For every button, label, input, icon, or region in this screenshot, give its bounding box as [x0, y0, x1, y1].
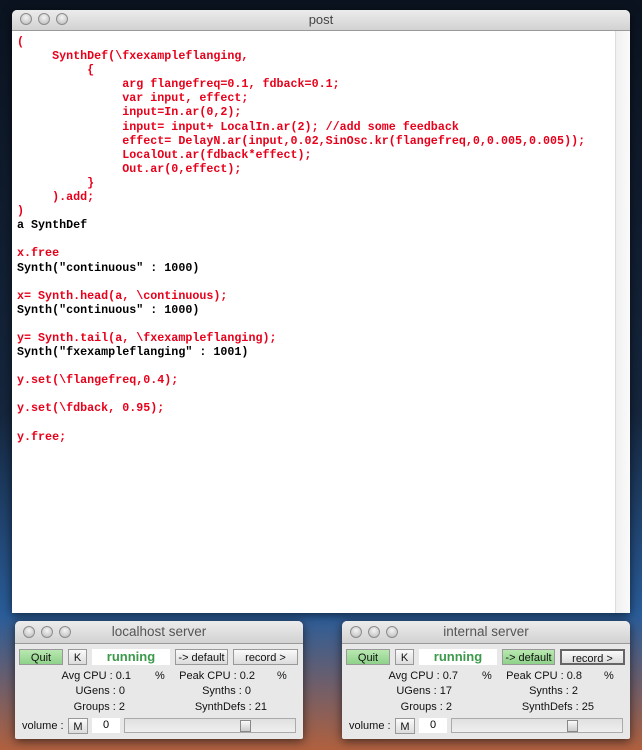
code-line: arg flangefreq=0.1, fdback=0.1;: [17, 77, 340, 92]
server-window: localhost server Quit K running -> defau…: [15, 621, 303, 739]
groups: Groups : 2: [73, 701, 125, 713]
status-display: running: [92, 649, 170, 665]
zoom-button[interactable]: [56, 13, 68, 25]
post-text-area[interactable]: ( SynthDef(\fxexampleflanging, { arg fla…: [12, 31, 616, 613]
code-line: ).add;: [17, 190, 95, 205]
window-title: post: [308, 12, 334, 27]
code-line: x= Synth.head(a, \continuous);: [17, 288, 228, 303]
default-button[interactable]: -> default: [502, 649, 555, 665]
code-line: (: [17, 35, 25, 49]
server-window: internal server Quit K running -> defaul…: [342, 621, 630, 739]
zoom-button[interactable]: [59, 626, 71, 638]
volume-label: volume :: [349, 720, 391, 732]
mute-button[interactable]: M: [395, 718, 415, 734]
mute-button[interactable]: M: [68, 718, 88, 734]
peak-cpu: Peak CPU : 0.8: [506, 670, 582, 682]
code-line: effect= DelayN.ar(input,0.02,SinOsc.kr(f…: [17, 133, 586, 148]
peak-cpu: Peak CPU : 0.2: [179, 670, 255, 682]
volume-field[interactable]: 0: [92, 718, 120, 733]
kill-button[interactable]: K: [68, 649, 87, 665]
code-line: input=In.ar(0,2);: [17, 105, 242, 120]
code-line: a SynthDef: [17, 218, 88, 233]
volume-slider-thumb[interactable]: [567, 720, 579, 732]
record-button[interactable]: record >: [233, 649, 298, 665]
minimize-button[interactable]: [38, 13, 50, 25]
zoom-button[interactable]: [386, 626, 398, 638]
code-line: LocalOut.ar(fdback*effect);: [17, 147, 312, 162]
code-line: ): [17, 204, 25, 219]
code-line: y.set(\fdback, 0.95);: [17, 401, 165, 416]
volume-field[interactable]: 0: [419, 718, 447, 733]
default-button[interactable]: -> default: [175, 649, 228, 665]
peak-cpu-unit: %: [277, 670, 287, 682]
volume-label: volume :: [22, 720, 64, 732]
volume-slider[interactable]: [451, 718, 623, 733]
code-line: y.free;: [17, 429, 67, 444]
code-line: Synth("fxexampleflanging" : 1001): [17, 345, 249, 360]
avg-cpu-unit: %: [155, 670, 165, 682]
ugens: UGens : 17: [396, 685, 452, 697]
kill-button[interactable]: K: [395, 649, 414, 665]
minimize-button[interactable]: [41, 626, 53, 638]
synthdefs: SynthDefs : 21: [194, 701, 267, 713]
post-titlebar[interactable]: post: [12, 10, 630, 31]
code-line: {: [17, 63, 95, 78]
volume-slider[interactable]: [124, 718, 296, 733]
close-button[interactable]: [23, 626, 35, 638]
code-line: var input, effect;: [17, 91, 249, 106]
close-button[interactable]: [20, 13, 32, 25]
code-line: Synth("continuous" : 1000): [17, 260, 200, 275]
status-display: running: [419, 649, 497, 665]
avg-cpu: Avg CPU : 0.1: [61, 670, 132, 682]
ugens: UGens : 0: [75, 685, 125, 697]
volume-slider-thumb[interactable]: [240, 720, 252, 732]
quit-button[interactable]: Quit: [346, 649, 390, 665]
synthdefs: SynthDefs : 25: [521, 701, 594, 713]
avg-cpu: Avg CPU : 0.7: [388, 670, 459, 682]
code-line: input= input+ LocalIn.ar(2); //add some …: [17, 119, 459, 134]
code-line: x.free: [17, 246, 60, 261]
code-line: y= Synth.tail(a, \fxexampleflanging);: [17, 330, 277, 345]
avg-cpu-unit: %: [482, 670, 492, 682]
quit-button[interactable]: Quit: [19, 649, 63, 665]
code-line: Out.ar(0,effect);: [17, 161, 242, 176]
record-button[interactable]: record >: [560, 649, 625, 665]
synths: Synths : 0: [202, 685, 251, 697]
post-window: post ( SynthDef(\fxexampleflanging, { ar…: [12, 10, 630, 613]
code-line: Synth("continuous" : 1000): [17, 302, 200, 317]
code-line: y.set(\flangefreq,0.4);: [17, 373, 179, 388]
code-line: }: [17, 175, 95, 190]
vertical-scrollbar[interactable]: [615, 31, 630, 613]
code-line: SynthDef(\fxexampleflanging,: [17, 49, 249, 64]
minimize-button[interactable]: [368, 626, 380, 638]
close-button[interactable]: [350, 626, 362, 638]
server-titlebar[interactable]: internal server: [342, 621, 630, 644]
server-titlebar[interactable]: localhost server: [15, 621, 303, 644]
groups: Groups : 2: [400, 701, 452, 713]
peak-cpu-unit: %: [604, 670, 614, 682]
synths: Synths : 2: [529, 685, 578, 697]
